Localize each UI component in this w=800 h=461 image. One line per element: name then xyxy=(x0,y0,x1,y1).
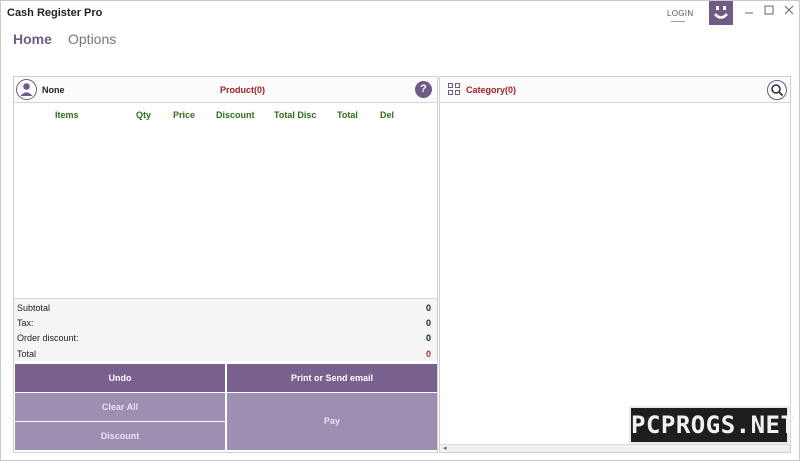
print-send-email-button[interactable]: Print or Send email xyxy=(227,364,437,392)
login-link[interactable]: LOGIN xyxy=(667,9,693,18)
smiley-icon xyxy=(709,1,733,25)
tax-value: 0 xyxy=(425,318,431,328)
help-icon[interactable]: ? xyxy=(415,81,432,98)
clear-all-button[interactable]: Clear All xyxy=(15,393,225,421)
order-header: None Product(0) ? xyxy=(14,77,437,103)
category-header: Category(0) xyxy=(440,77,790,103)
app-title: Cash Register Pro xyxy=(7,7,103,19)
order-discount-value: 0 xyxy=(425,333,431,343)
search-icon[interactable] xyxy=(767,80,787,100)
app-window: Cash Register Pro LOGIN Home Options Non… xyxy=(0,0,800,461)
title-bar: Cash Register Pro LOGIN xyxy=(1,1,799,27)
close-icon[interactable] xyxy=(784,5,794,18)
category-list-area[interactable] xyxy=(440,103,790,446)
minimize-icon[interactable] xyxy=(744,5,754,18)
scroll-left-arrow-icon[interactable]: ◂ xyxy=(443,445,447,453)
pay-button[interactable]: Pay xyxy=(227,393,437,450)
subtotal-label: Subtotal xyxy=(17,303,51,313)
horizontal-scrollbar[interactable]: ◂ xyxy=(440,444,790,452)
order-summary: Subtotal 0 Tax: 0 Order discount: 0 Tota… xyxy=(14,298,437,361)
watermark-logo: PCPROGS.NET xyxy=(629,406,795,444)
subtotal-value: 0 xyxy=(425,303,431,313)
category-panel: Category(0) ◂ xyxy=(439,76,791,453)
col-header-discount: Discount xyxy=(216,110,255,120)
maximize-icon[interactable] xyxy=(764,5,774,18)
category-grid-icon xyxy=(448,83,461,96)
discount-button[interactable]: Discount xyxy=(15,422,225,450)
col-header-price: Price xyxy=(173,110,196,120)
col-header-qty: Qty xyxy=(136,110,152,120)
customer-name: None xyxy=(42,85,65,95)
order-discount-label: Order discount: xyxy=(17,333,79,343)
col-header-del: Del xyxy=(380,110,395,120)
order-panel: None Product(0) ? Items Qty Price Discou… xyxy=(13,76,438,453)
col-header-items: Items xyxy=(55,110,79,120)
total-label: Total xyxy=(17,349,37,359)
total-value: 0 xyxy=(425,349,431,359)
category-count: Category(0) xyxy=(466,85,517,95)
customer-icon[interactable] xyxy=(16,79,37,100)
tax-label: Tax: xyxy=(17,318,34,328)
tab-home[interactable]: Home xyxy=(13,31,52,47)
col-header-total: Total xyxy=(337,110,358,120)
product-count: Product(0) xyxy=(220,85,265,95)
summary-tax: Tax: 0 xyxy=(17,318,431,332)
tab-options[interactable]: Options xyxy=(68,31,116,47)
summary-order-discount: Order discount: 0 xyxy=(17,333,431,347)
summary-total: Total 0 xyxy=(17,349,431,363)
col-header-total-disc: Total Disc xyxy=(274,110,317,120)
summary-subtotal: Subtotal 0 xyxy=(17,303,431,317)
login-underline xyxy=(671,21,685,22)
undo-button[interactable]: Undo xyxy=(15,364,225,392)
